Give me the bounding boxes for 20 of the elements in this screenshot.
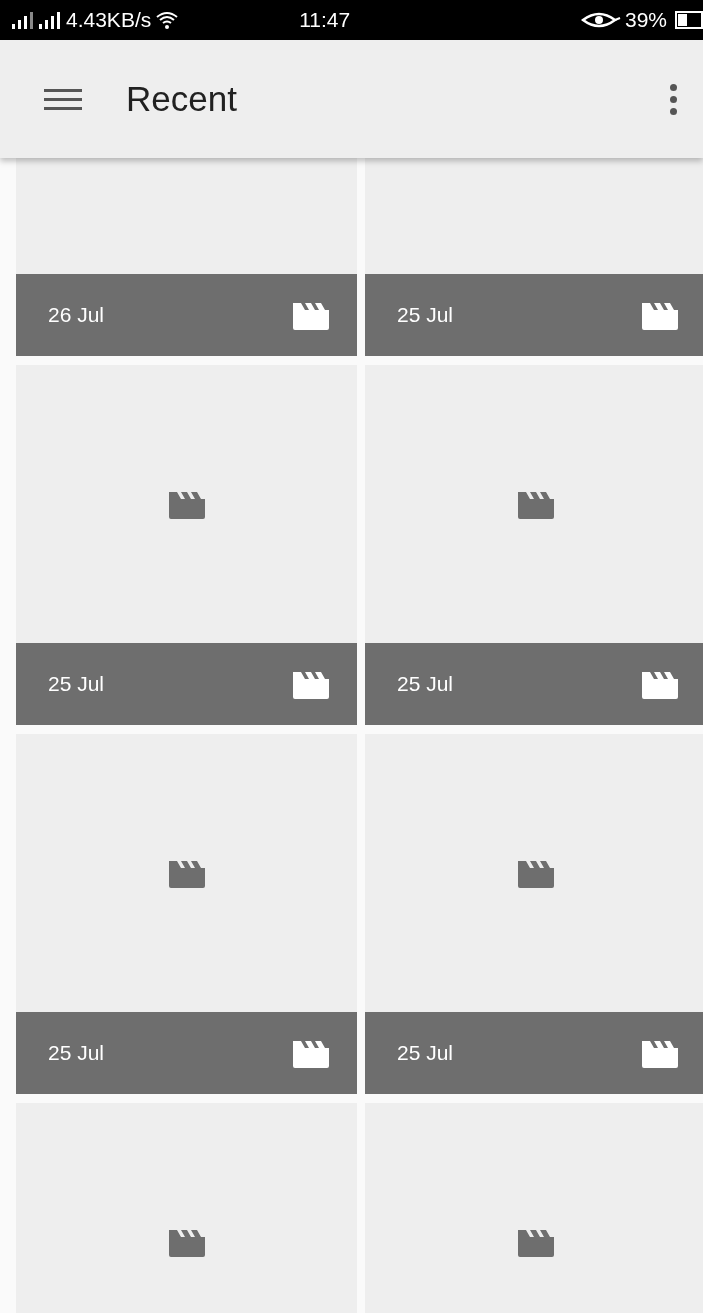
video-thumbnail[interactable]: [365, 365, 703, 643]
signal-icon: [12, 11, 62, 29]
tile-date: 26 Jul: [48, 302, 105, 329]
video-thumbnail[interactable]: [365, 734, 703, 1012]
tile-date: 25 Jul: [397, 1040, 454, 1067]
tile-date: 25 Jul: [397, 302, 454, 329]
page-title: Recent: [126, 77, 237, 120]
video-thumbnail[interactable]: [365, 1103, 703, 1313]
video-thumbnail[interactable]: [16, 734, 357, 1012]
wifi-icon: [155, 10, 180, 30]
network-speed: 4.43KB/s: [66, 7, 152, 34]
tile-date: 25 Jul: [48, 671, 105, 698]
eye-icon: [580, 10, 621, 30]
battery-icon: [675, 10, 703, 30]
tile-date: 25 Jul: [48, 1040, 105, 1067]
video-thumbnail[interactable]: [16, 1103, 357, 1313]
tile-date: 25 Jul: [397, 671, 454, 698]
video-thumbnail[interactable]: [16, 365, 357, 643]
clock: 11:47: [299, 7, 351, 34]
battery-percent: 39%: [624, 7, 667, 34]
